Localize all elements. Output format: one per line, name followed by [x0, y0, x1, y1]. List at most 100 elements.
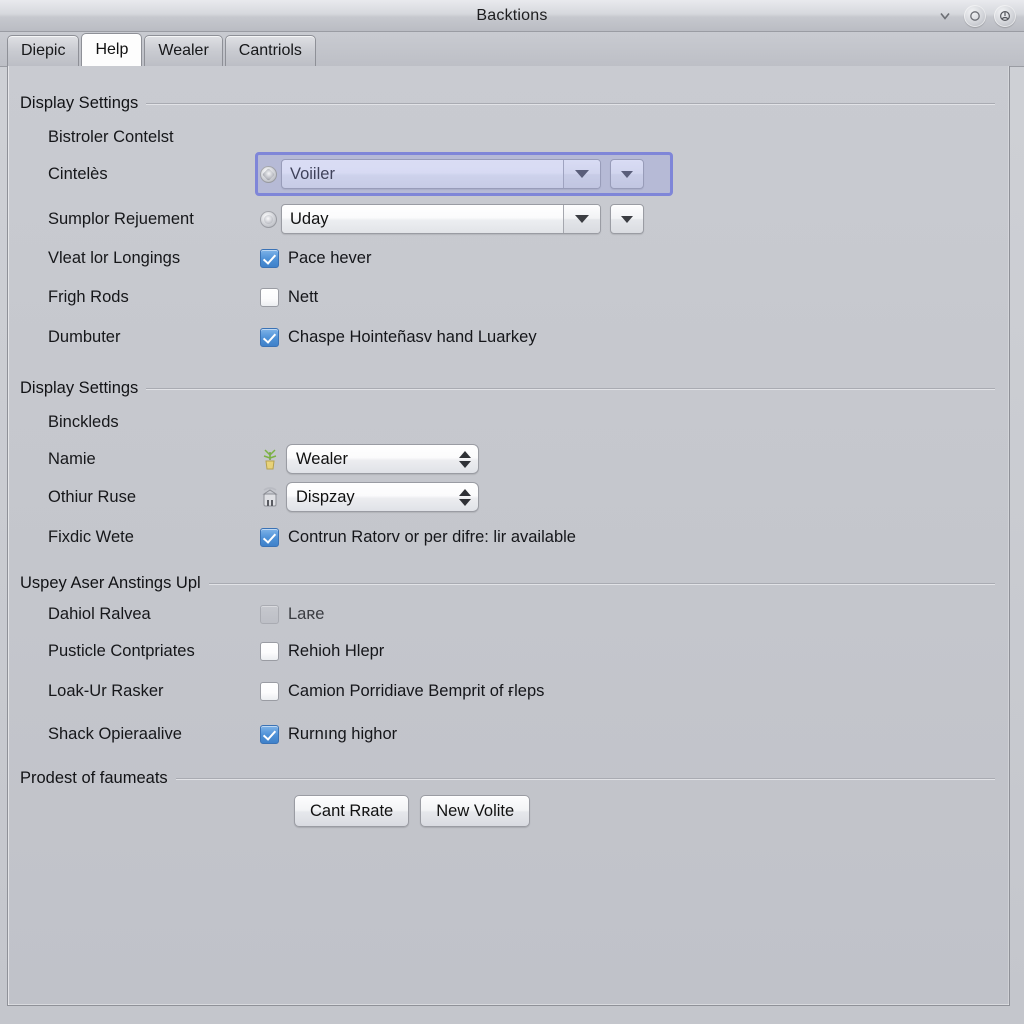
spinner-buttons[interactable] [452, 445, 478, 473]
tab-wealer[interactable]: Wealer [144, 35, 223, 66]
checkbox-indicator[interactable] [260, 248, 279, 268]
row-label: Dahiol Ralvea [48, 604, 151, 623]
row-fixdic-wete: Fixdic Wete Contrun Ratorv or per difre:… [8, 522, 1009, 552]
row-label: Namie [48, 449, 96, 468]
checkbox-camion-porridiave[interactable]: Camion Porridiave Bemprit of ғleps [260, 681, 545, 701]
row-frigh-rods: Frigh Rods Nett [8, 282, 1009, 312]
checkbox-indicator[interactable] [260, 641, 279, 661]
checkbox-rurning-highor[interactable]: Rurnıng highor [260, 724, 398, 744]
chevron-down-icon[interactable] [459, 498, 471, 506]
row-dahiol-ralvea: Dahiol Ralvea Laʀe [8, 599, 1009, 629]
group-header-display-settings-1: Display Settings [20, 94, 995, 113]
row-othiur-ruse: Othiur Ruse Dispzay [8, 482, 1009, 512]
checkbox-label: Camion Porridiave Bemprit of ғleps [288, 681, 545, 700]
settings-panel: Display Settings Bistroler Contelst Cint… [7, 66, 1010, 1006]
checkbox-indicator[interactable] [260, 287, 279, 307]
maximize-button[interactable] [964, 4, 986, 27]
checkbox-indicator[interactable] [260, 527, 279, 547]
row-shack-opieraalive: Shack Opieraalive Rurnıng highor [8, 719, 1009, 749]
new-volite-button[interactable]: New Volite [420, 795, 531, 827]
group-title: Display Settings [20, 379, 139, 397]
row-control: Uday [260, 204, 644, 234]
row-label: Sumplor Rejuement [48, 209, 194, 228]
tab-label: Help [95, 41, 129, 58]
spinner-buttons[interactable] [452, 483, 478, 511]
group-separator [175, 777, 995, 780]
row-label: Pusticle Contpriates [48, 641, 195, 660]
action-button-row: Cant Rʀate New Volite [294, 795, 531, 827]
combo-leading-icon [260, 165, 277, 183]
checkbox-lare[interactable]: Laʀe [260, 604, 325, 624]
tab-label: Wealer [158, 42, 209, 59]
row-label: Dumbuter [48, 327, 121, 346]
row-label: Loak-Ur Rasker [48, 681, 164, 700]
combo-leading-icon [260, 210, 277, 228]
checkbox-pace-hever[interactable]: Pace hever [260, 248, 371, 268]
row-label: Cintelès [48, 164, 108, 183]
combo-cinteles[interactable]: Voiiler [281, 159, 601, 189]
row-label: Binckleds [48, 412, 119, 431]
checkbox-rehioh-hlepr[interactable]: Rehioh Hlepr [260, 641, 385, 661]
chevron-up-icon[interactable] [459, 450, 471, 458]
row-control: Wealer [260, 444, 479, 474]
row-control: Voiiler [255, 152, 673, 196]
minimize-button[interactable] [934, 5, 956, 27]
group-header-prodest-of-faumeats: Prodest of faumeats [20, 769, 995, 788]
row-loak-ur-rasker: Loak-Ur Rasker Camion Porridiave Bemprit… [8, 676, 1009, 706]
row-cinteles: Cintelès Voiiler [8, 152, 1009, 196]
combo-value: Voiiler [290, 164, 335, 183]
row-binckleds: Binckleds [8, 407, 1009, 437]
checkbox-chaspe-hointenasv[interactable]: Chaspe Hointeñasv hand Luarkey [260, 327, 537, 347]
checkbox-contrun-ratorv[interactable]: Contrun Ratorv or per difre: lir availab… [260, 527, 576, 547]
tab-diepic[interactable]: Diepic [7, 35, 80, 66]
chevron-down-icon[interactable] [459, 460, 471, 468]
row-label: Frigh Rods [48, 287, 129, 306]
checkbox-label: Rehioh Hlepr [288, 641, 385, 660]
group-separator [208, 582, 995, 585]
checkbox-indicator[interactable] [260, 327, 279, 347]
row-sumplor-rejuement: Sumplor Rejuement Uday [8, 204, 1009, 234]
group-title: Display Settings [20, 94, 139, 112]
checkbox-label: Nett [288, 287, 319, 306]
chevron-down-icon[interactable] [563, 160, 600, 188]
combo-extra-dropdown-button[interactable] [610, 159, 644, 189]
application-window: Backtions Diepic Help Wealer Cantriols D… [0, 0, 1024, 1024]
checkbox-indicator[interactable] [260, 681, 279, 701]
checkbox-indicator[interactable] [260, 724, 279, 744]
tab-bar: Diepic Help Wealer Cantriols [0, 32, 1024, 67]
row-label: Vleat lor Longings [48, 248, 181, 267]
spinner-othiur-ruse[interactable]: Dispzay [286, 482, 479, 512]
row-label: Shack Opieraalive [48, 724, 182, 743]
row-pusticle-contpriates: Pusticle Contpriates Rehioh Hlepr [8, 636, 1009, 666]
plant-icon [260, 446, 280, 472]
title-bar: Backtions [0, 0, 1024, 32]
close-button[interactable] [994, 4, 1016, 27]
checkbox-label: Laʀe [288, 604, 325, 623]
tab-help[interactable]: Help [81, 33, 143, 66]
spinner-value: Wealer [296, 449, 348, 468]
group-header-display-settings-2: Display Settings [20, 379, 995, 398]
row-vleat-lor-longings: Vleat lor Longings Pace hever [8, 243, 1009, 273]
chevron-down-icon[interactable] [563, 205, 600, 233]
combo-sumplor-rejuement[interactable]: Uday [281, 204, 601, 234]
tab-label: Diepic [21, 42, 66, 59]
cant-rate-button[interactable]: Cant Rʀate [294, 795, 410, 827]
row-dumbuter: Dumbuter Chaspe Hointeñasv hand Luarkey [8, 322, 1009, 352]
group-separator [146, 387, 995, 390]
row-label: Bistroler Contelst [48, 127, 174, 146]
spinner-namie[interactable]: Wealer [286, 444, 479, 474]
checkbox-label: Chaspe Hointeñasv hand Luarkey [288, 327, 537, 346]
group-separator [146, 102, 995, 105]
row-label: Fixdic Wete [48, 527, 134, 546]
checkbox-label: Contrun Ratorv or per difre: lir availab… [288, 527, 576, 546]
tab-cantriols[interactable]: Cantriols [224, 35, 316, 66]
combo-value: Uday [290, 209, 329, 228]
combo-extra-dropdown-button[interactable] [610, 204, 644, 234]
spinner-value: Dispzay [296, 487, 355, 506]
checkbox-nett[interactable]: Nett [260, 287, 319, 307]
checkbox-label: Rurnıng highor [288, 724, 398, 743]
chevron-up-icon[interactable] [459, 488, 471, 496]
checkbox-indicator[interactable] [260, 604, 279, 624]
button-label: Cant Rʀate [310, 801, 394, 820]
row-bistroler-contelst: Bistroler Contelst [8, 122, 1009, 152]
